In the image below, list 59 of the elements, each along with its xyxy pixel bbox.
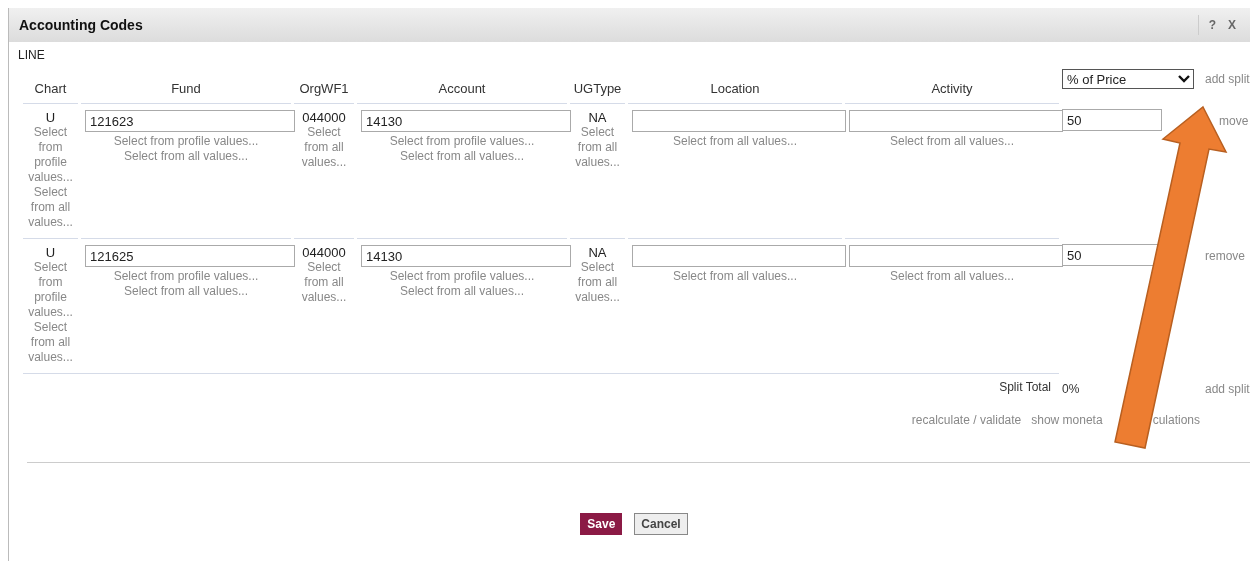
column-header: Location	[710, 80, 760, 96]
recalculate-link[interactable]: recalculate / validate	[911, 413, 1022, 428]
code-value: NA	[588, 110, 607, 125]
select-values-link[interactable]: Select from all values...	[123, 284, 249, 299]
save-button[interactable]: Save	[580, 513, 623, 535]
select-values-link[interactable]: Select from all values...	[294, 260, 354, 305]
code-value: U	[45, 245, 56, 260]
select-values-link[interactable]: Select from all values...	[889, 134, 1015, 149]
select-values-link[interactable]: Select from all values...	[294, 125, 354, 170]
cancel-button[interactable]: Cancel	[634, 513, 688, 535]
select-values-link[interactable]: Select from profile values...	[113, 134, 259, 149]
code-value: NA	[588, 245, 607, 260]
code-input-field[interactable]	[632, 245, 846, 267]
select-values-link[interactable]: Select from all values...	[123, 149, 249, 164]
column-header: Fund	[171, 80, 201, 96]
select-values-link[interactable]: Select from all values...	[399, 284, 525, 299]
code-input-field[interactable]	[632, 110, 846, 132]
add-split-link[interactable]: add split	[1205, 382, 1250, 396]
select-values-link[interactable]: Select from all values...	[672, 269, 798, 284]
code-input-field[interactable]: 121625	[85, 245, 295, 267]
code-input-field[interactable]	[849, 245, 1063, 267]
dialog-title: Accounting Codes	[19, 17, 144, 33]
code-value: U	[45, 110, 56, 125]
column-header: Activity	[931, 80, 973, 96]
split-total-value: 0%	[1062, 382, 1080, 396]
show-calculations-link[interactable]: culations	[1152, 413, 1200, 428]
remove-link[interactable]: remove	[1205, 249, 1245, 264]
select-values-link[interactable]: Select from profile values...	[113, 269, 259, 284]
select-values-link[interactable]: Select from profile values...	[23, 260, 78, 320]
code-input-field[interactable]: 14130	[361, 110, 571, 132]
column-header: UGType	[573, 80, 622, 96]
close-button[interactable]: X	[1222, 18, 1242, 32]
show-calculations-link[interactable]: show moneta	[1031, 413, 1103, 428]
percent-input-field[interactable]: 50	[1062, 109, 1162, 131]
select-values-link[interactable]: Select from all values...	[570, 260, 625, 305]
chevron-down-icon	[1178, 75, 1190, 83]
select-values-link[interactable]: Select from all values...	[672, 134, 798, 149]
code-input-field[interactable]	[849, 110, 1063, 132]
select-values-link[interactable]: Select from profile values...	[23, 125, 78, 185]
column-header: Chart	[34, 80, 67, 96]
split-total-label: Split Total	[999, 380, 1051, 396]
section-label: LINE	[18, 48, 45, 62]
code-input-field[interactable]: 14130	[361, 245, 571, 267]
code-value: 044000	[302, 245, 346, 260]
remove-link[interactable]: move	[1219, 114, 1249, 129]
select-values-link[interactable]: Select from all values...	[23, 320, 78, 365]
column-header: Account	[438, 80, 486, 96]
help-button[interactable]: ?	[1202, 18, 1222, 32]
select-values-link[interactable]: Select from all values...	[399, 149, 525, 164]
select-values-link[interactable]: Select from profile values...	[389, 269, 535, 284]
column-header: OrgWF1	[299, 80, 349, 96]
code-value: 044000	[302, 110, 346, 125]
select-values-link[interactable]: Select from all values...	[570, 125, 625, 170]
select-values-link[interactable]: Select from profile values...	[389, 134, 535, 149]
price-basis-select[interactable]: % of Price	[1062, 69, 1194, 89]
code-input-field[interactable]: 121623	[85, 110, 295, 132]
select-values-link[interactable]: Select from all values...	[889, 269, 1015, 284]
select-values-link[interactable]: Select from all values...	[23, 185, 78, 230]
add-split-link[interactable]: add split	[1205, 72, 1250, 86]
